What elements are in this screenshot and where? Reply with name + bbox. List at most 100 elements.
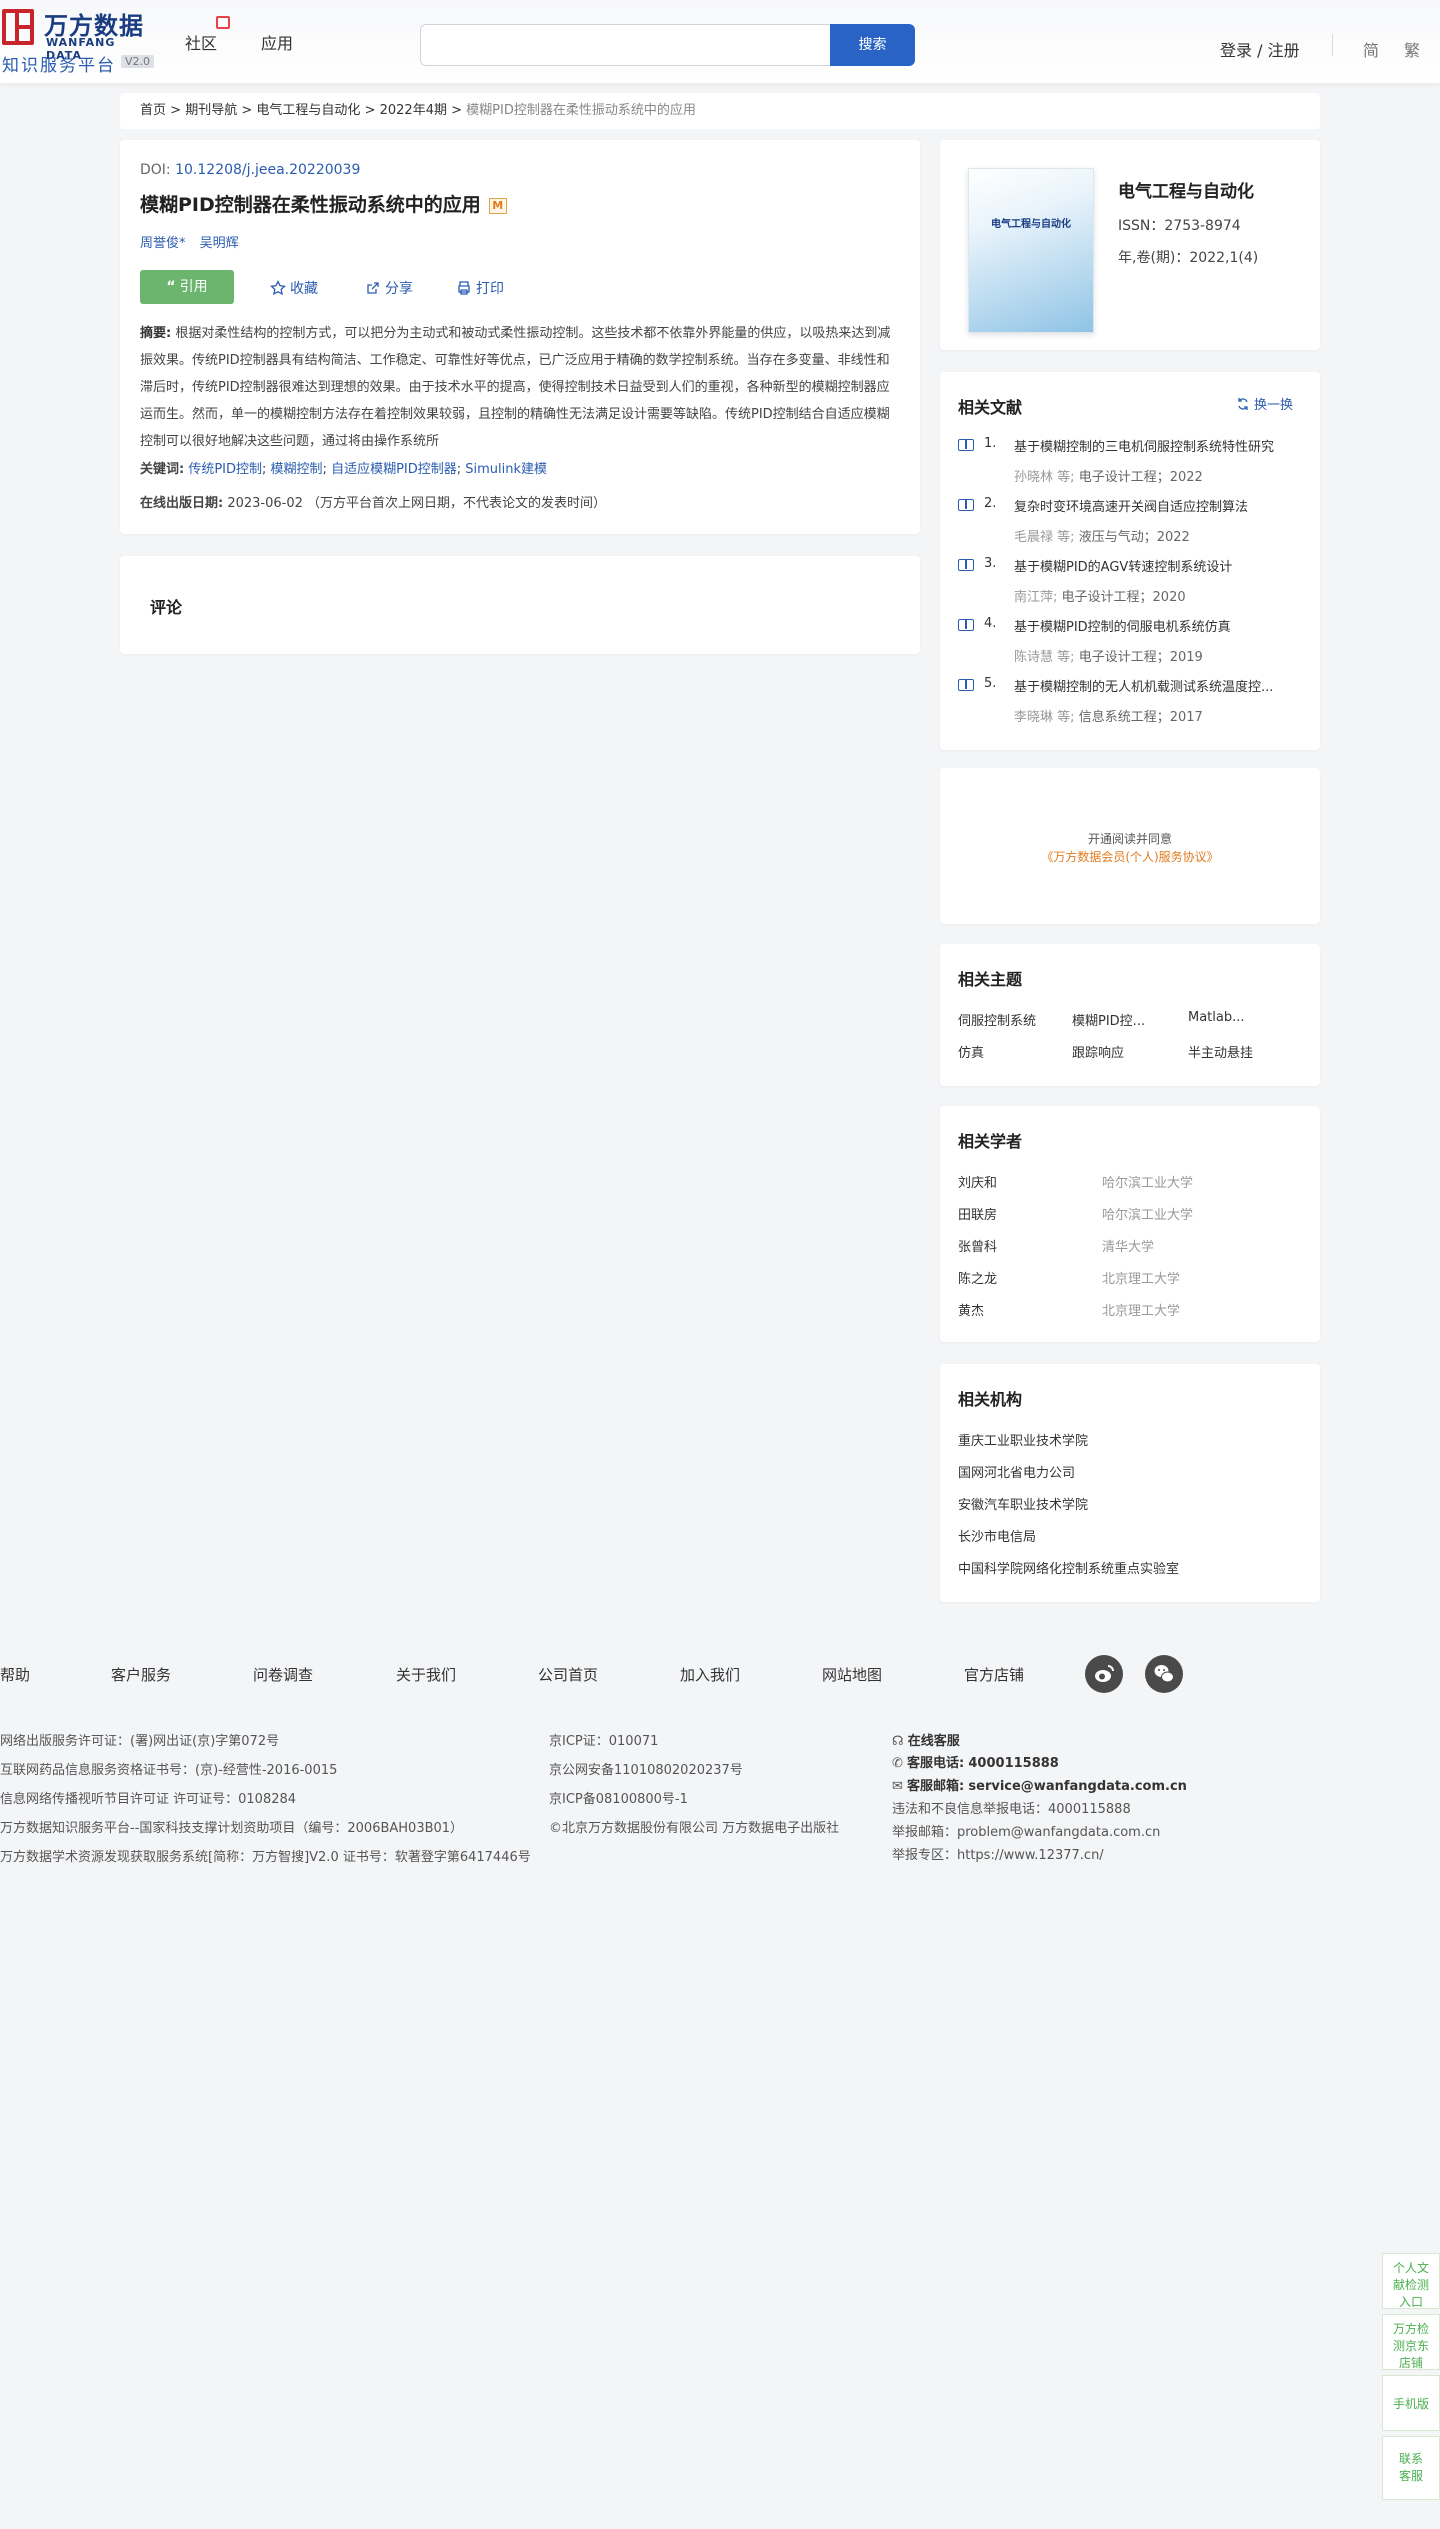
weibo-icon[interactable] [1085,1655,1123,1693]
related-doc-title[interactable]: 基于模糊控制的三电机伺服控制系统特性研究 [1014,436,1312,455]
related-doc-title[interactable]: 基于模糊控制的无人机机载测试系统温度控... [1014,676,1312,695]
nav-community[interactable]: 社区 [185,30,217,54]
related-doc-etal: 等; [1057,470,1075,485]
scholar-org[interactable]: 哈尔滨工业大学 [1102,1204,1193,1223]
related-doc-title[interactable]: 复杂时变环境高速开关阀自适应控制算法 [1014,496,1312,515]
related-doc-num: 1. [984,436,997,451]
scholar-name[interactable]: 张曾科 [958,1236,997,1255]
institution-link[interactable]: 中国科学院网络化控制系统重点实验室 [958,1558,1179,1577]
footer-link-about[interactable]: 关于我们 [396,1664,456,1685]
swap-label: 换一换 [1254,398,1294,413]
logo-subtitle: 知识服务平台 [2,56,116,76]
side-tab-plagiarism-check[interactable]: 个人文献检测入口 [1382,2253,1440,2309]
author-link[interactable]: 周誉俊* [140,236,186,251]
keyword-link[interactable]: 传统PID控制 [188,462,262,477]
scholar-org[interactable]: 清华大学 [1102,1236,1154,1255]
breadcrumb-journals[interactable]: 期刊导航 [185,103,237,118]
journal-cover-image[interactable]: 电气工程与自动化 [968,168,1094,333]
promo-agreement-link[interactable]: 《万方数据会员(个人)服务协议》 [940,848,1320,865]
footer-link-company[interactable]: 公司首页 [538,1664,598,1685]
lang-simplified[interactable]: 简 [1363,37,1379,61]
book-icon [958,619,974,631]
share-icon [367,282,379,294]
topic-link[interactable]: 伺服控制系统 [958,1010,1036,1029]
share-button[interactable]: 分享 [365,278,413,298]
pub-date-value: 2023-06-02 [227,496,303,511]
footer-icp[interactable]: 京公网安备11010802020237号 [549,1759,743,1778]
keyword-link[interactable]: Simulink建模 [465,462,547,477]
keywords: 关键词: 传统PID控制; 模糊控制; 自适应模糊PID控制器; Simulin… [140,462,548,477]
breadcrumb-issue[interactable]: 2022年4期 [380,103,447,118]
mail-icon: ✉ [892,1779,903,1794]
abstract-label: 摘要: [140,326,172,341]
footer-link-customer-service[interactable]: 客户服务 [111,1664,171,1685]
institution-link[interactable]: 长沙市电信局 [958,1526,1036,1545]
footer-link-join[interactable]: 加入我们 [680,1664,740,1685]
headset-icon: ☊ [892,1734,904,1749]
doi-link[interactable]: 10.12208/j.jeea.20220039 [175,162,360,178]
scholar-org[interactable]: 北京理工大学 [1102,1300,1180,1319]
report-zone-link[interactable]: 举报专区：https://www.12377.cn/ [892,1844,1104,1863]
related-topics-card: 相关主题 伺服控制系统 模糊PID控... Matlab... 仿真 跟踪响应 … [940,944,1320,1086]
topic-link[interactable]: Matlab... [1188,1010,1245,1025]
search-button[interactable]: 搜索 [830,24,915,66]
book-icon [958,559,974,571]
cite-button[interactable]: “引用 [140,270,234,304]
footer-icp[interactable]: 京ICP证：010071 [549,1730,658,1749]
related-doc-title[interactable]: 基于模糊PID控制的伺服电机系统仿真 [1014,616,1312,635]
email-value[interactable]: service@wanfangdata.com.cn [968,1779,1187,1794]
topic-link[interactable]: 模糊PID控... [1072,1010,1145,1029]
footer-link-sitemap[interactable]: 网站地图 [822,1664,882,1685]
author-link[interactable]: 吴明辉 [200,236,239,251]
phone-value: 4000115888 [968,1756,1059,1771]
keywords-label: 关键词: [140,462,185,477]
footer-link-help[interactable]: 帮助 [0,1664,30,1685]
favorite-button[interactable]: 收藏 [270,278,318,298]
scholar-name[interactable]: 陈之龙 [958,1268,997,1287]
related-doc-source: 电子设计工程；2022 [1078,470,1203,485]
institution-link[interactable]: 国网河北省电力公司 [958,1462,1075,1481]
related-doc-meta: 孙晓林 等; 电子设计工程；2022 [1014,466,1203,485]
related-doc-author: 南江萍; [1014,590,1058,605]
footer-link-survey[interactable]: 问卷调查 [253,1664,313,1685]
journal-issn: ISSN：2753-8974 [1118,218,1241,234]
scholar-name[interactable]: 黄杰 [958,1300,984,1319]
promo-text: 开通阅读并同意 [1087,832,1172,846]
swap-button[interactable]: 换一换 [1236,394,1293,413]
breadcrumb-journal[interactable]: 电气工程与自动化 [256,103,360,118]
breadcrumb-separator: > [451,103,463,118]
keyword-link[interactable]: 模糊控制 [271,462,323,477]
scholar-name[interactable]: 田联房 [958,1204,997,1223]
login-register-link[interactable]: 登录 / 注册 [1220,37,1300,61]
star-icon [270,280,286,296]
topic-link[interactable]: 仿真 [958,1042,984,1061]
institution-link[interactable]: 重庆工业职业技术学院 [958,1430,1088,1449]
footer-icp[interactable]: 京ICP备08100800号-1 [549,1788,688,1807]
institution-link[interactable]: 安徽汽车职业技术学院 [958,1494,1088,1513]
side-tab-jd-store[interactable]: 万方检测京东店铺 [1382,2314,1440,2370]
wanfang-logo[interactable]: 万方数据 WANFANG DATA 知识服务平台 V2.0 [0,6,156,76]
print-button[interactable]: 打印 [456,278,504,298]
scholar-org[interactable]: 哈尔滨工业大学 [1102,1172,1193,1191]
related-doc-title[interactable]: 基于模糊PID的AGV转速控制系统设计 [1014,556,1312,575]
nav-apps[interactable]: 应用 [261,30,293,54]
mark-badge-icon: M [488,197,507,214]
scholar-org[interactable]: 北京理工大学 [1102,1268,1180,1287]
journal-name[interactable]: 电气工程与自动化 [1118,177,1254,202]
keyword-link[interactable]: 自适应模糊PID控制器 [331,462,457,477]
service-phone: ✆ 客服电话: 4000115888 [892,1752,1059,1771]
related-topics-title: 相关主题 [958,970,1023,989]
related-doc-num: 2. [984,496,997,511]
side-tab-contact-service[interactable]: 联系客服 [1382,2436,1440,2500]
breadcrumb-home[interactable]: 首页 [140,103,166,118]
related-institutions-card: 相关机构 重庆工业职业技术学院 国网河北省电力公司 安徽汽车职业技术学院 长沙市… [940,1364,1320,1602]
footer-link-store[interactable]: 官方店铺 [964,1664,1024,1685]
scholar-name[interactable]: 刘庆和 [958,1172,997,1191]
topic-link[interactable]: 跟踪响应 [1072,1042,1124,1061]
search-input[interactable] [420,24,831,66]
lang-traditional[interactable]: 繁 [1404,37,1420,61]
side-tab-mobile[interactable]: 手机版 [1382,2375,1440,2431]
online-service-link[interactable]: ☊ 在线客服 [892,1730,960,1749]
topic-link[interactable]: 半主动悬挂 [1188,1042,1253,1061]
wechat-icon[interactable] [1145,1655,1183,1693]
